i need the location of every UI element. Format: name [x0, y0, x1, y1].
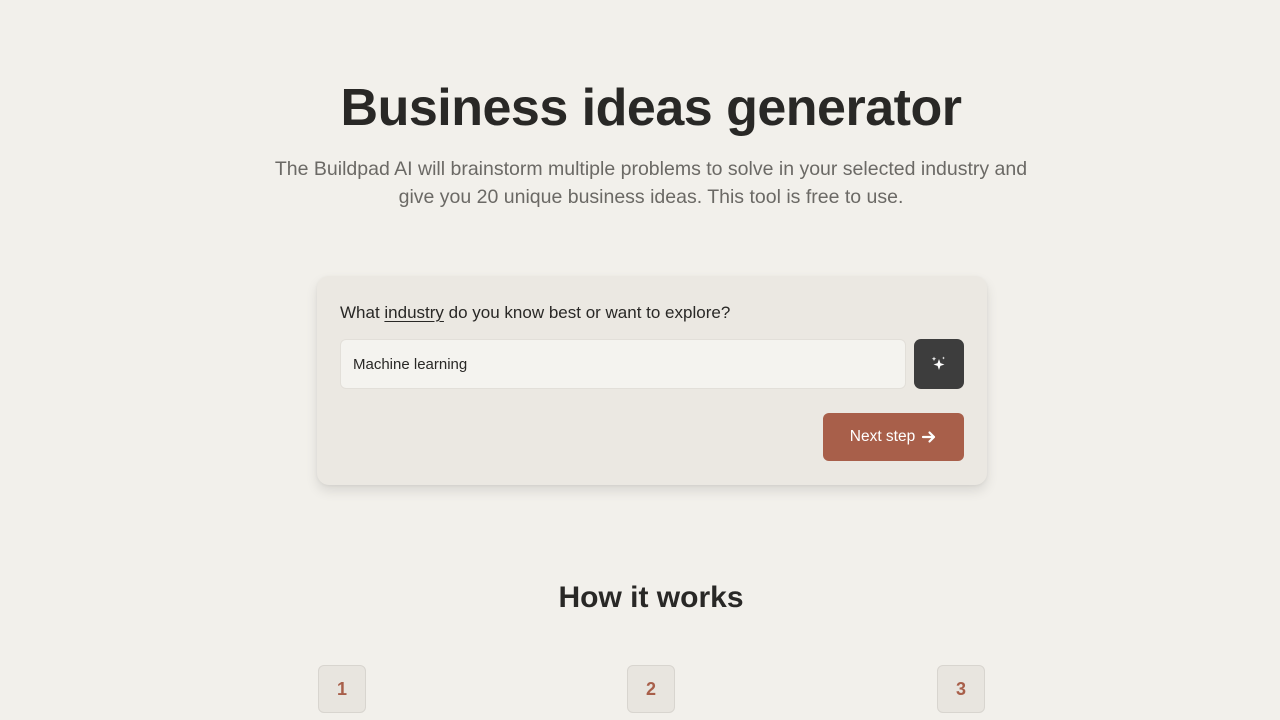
industry-form-card: What industry do you know best or want t…	[317, 276, 987, 485]
industry-input[interactable]	[340, 339, 906, 389]
sparkles-icon	[930, 355, 948, 373]
arrow-right-icon	[921, 429, 937, 445]
page-title: Business ideas generator	[340, 79, 962, 137]
step-badge-1: 1	[318, 665, 366, 713]
next-step-button[interactable]: Next step	[823, 413, 964, 461]
industry-question: What industry do you know best or want t…	[340, 302, 730, 324]
question-suffix: do you know best or want to explore?	[443, 303, 731, 322]
page: Business ideas generator The Buildpad AI…	[0, 0, 1280, 720]
step-badge-2: 2	[627, 665, 675, 713]
how-it-works-title: How it works	[558, 581, 744, 614]
question-keyword: industry	[384, 303, 444, 322]
question-prefix: What	[340, 303, 385, 322]
next-step-label: Next step	[849, 428, 916, 445]
page-subtitle: The Buildpad AI will brainstorm multiple…	[274, 158, 1028, 208]
step-badge-3: 3	[937, 665, 985, 713]
generate-suggestion-button[interactable]	[914, 339, 964, 389]
